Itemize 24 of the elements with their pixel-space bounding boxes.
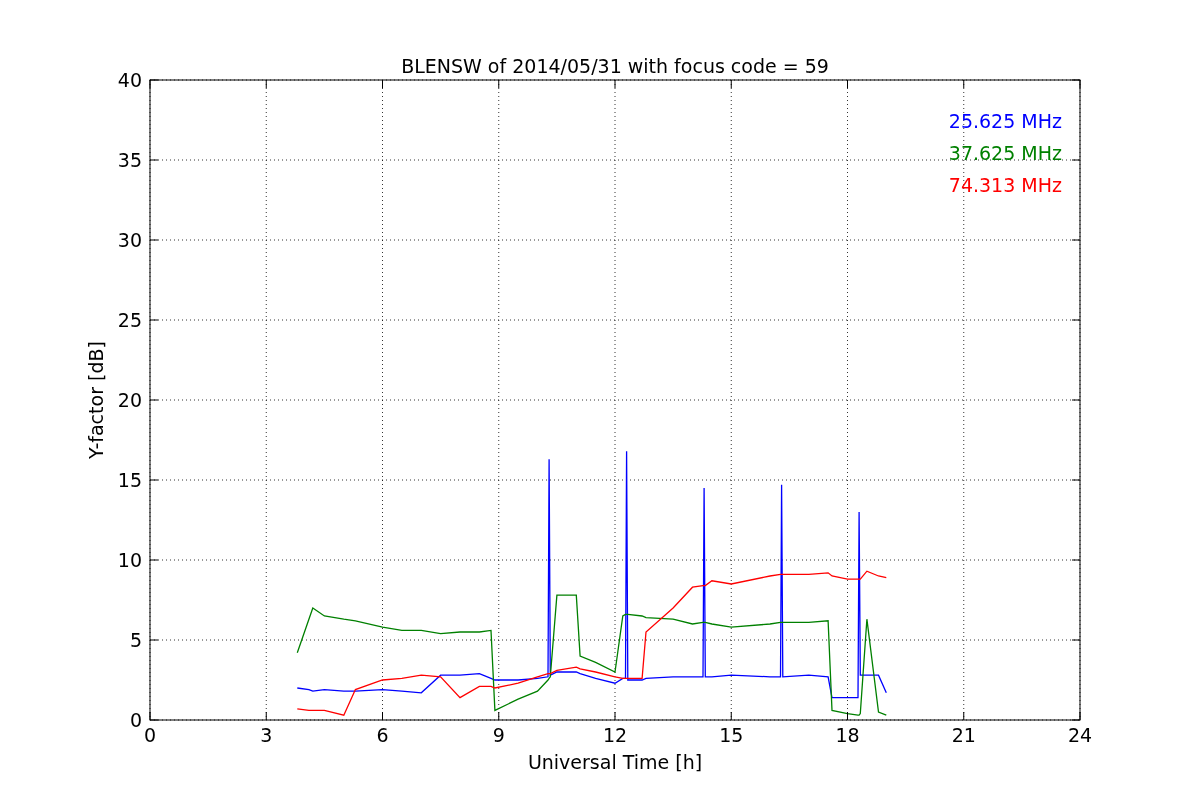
y-tick-label: 25 — [117, 309, 142, 331]
y-tick-label: 30 — [117, 229, 142, 251]
x-tick-label: 24 — [1067, 724, 1093, 746]
x-tick-label: 0 — [143, 724, 157, 746]
x-tick-label: 15 — [719, 724, 744, 746]
y-tick-label: 40 — [117, 69, 142, 91]
x-axis-label: Universal Time [h] — [527, 751, 703, 773]
y-tick-label: 35 — [117, 149, 142, 171]
chart-title: BLENSW of 2014/05/31 with focus code = 59 — [401, 55, 829, 77]
legend-label: 37.625 MHz — [948, 142, 1062, 164]
legend-label: 74.313 MHz — [948, 174, 1062, 196]
legend-label: 25.625 MHz — [948, 110, 1062, 132]
x-tick-label: 9 — [492, 724, 505, 746]
y-tick-label: 10 — [117, 549, 142, 571]
y-tick-label: 0 — [129, 709, 142, 731]
y-tick-label: 20 — [117, 389, 142, 411]
x-tick-label: 3 — [260, 724, 273, 746]
x-tick-label: 18 — [835, 724, 860, 746]
x-tick-label: 21 — [951, 724, 976, 746]
x-tick-label: 12 — [602, 724, 628, 746]
y-tick-label: 15 — [117, 469, 142, 491]
x-tick-label: 6 — [376, 724, 389, 746]
y-tick-label: 5 — [129, 629, 142, 651]
y-axis-label: Y-factor [dB] — [85, 341, 107, 459]
